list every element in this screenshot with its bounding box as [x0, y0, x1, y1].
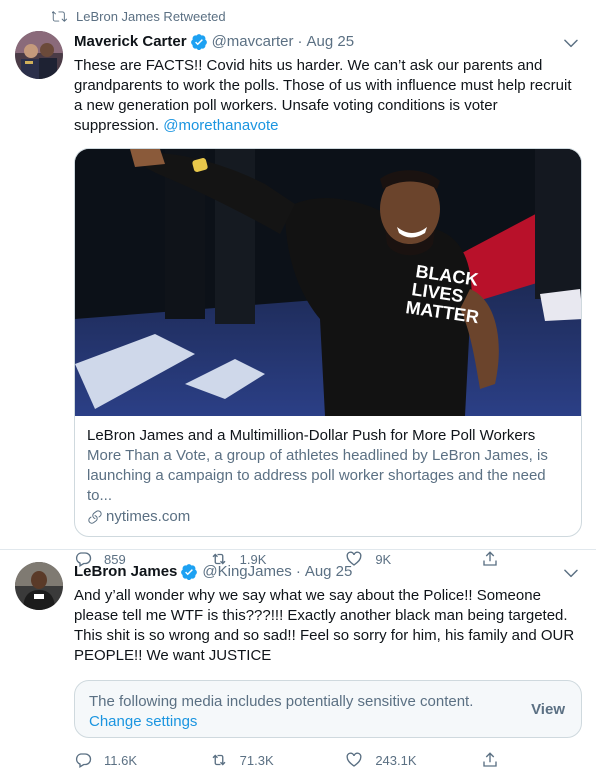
reply-button[interactable]: 11.6K	[74, 751, 174, 769]
separator-dot: ·	[295, 563, 301, 580]
user-handle[interactable]: @mavcarter	[212, 32, 294, 52]
link-icon	[88, 510, 102, 524]
tweet-date[interactable]: Aug 25	[305, 562, 353, 582]
avatar[interactable]	[15, 562, 63, 610]
retweet-button[interactable]: 71.3K	[210, 751, 310, 769]
like-icon	[346, 752, 362, 767]
like-button[interactable]: 243.1K	[345, 751, 445, 769]
user-handle[interactable]: @KingJames	[202, 562, 291, 582]
player-photo: BLACK LIVES MATTER	[75, 149, 581, 416]
chevron-down-icon[interactable]	[562, 564, 580, 582]
display-name[interactable]: LeBron James	[74, 562, 177, 582]
retweet-count: 71.3K	[239, 752, 274, 768]
chevron-down-icon[interactable]	[562, 34, 580, 52]
retweet-context: LeBron James Retweeted	[52, 9, 226, 24]
tweet-header: Maverick Carter @mavcarter · Aug 25	[74, 32, 580, 52]
mention-link[interactable]: @morethanavote	[163, 117, 278, 134]
card-title[interactable]: LeBron James and a Multimillion-Dollar P…	[87, 426, 569, 446]
reply-icon	[75, 753, 92, 768]
tweet-maverick-carter[interactable]: LeBron James Retweeted Maverick Carter @…	[0, 0, 596, 567]
card-image: BLACK LIVES MATTER	[75, 149, 581, 416]
retweet-icon	[52, 11, 67, 22]
share-icon	[483, 752, 497, 767]
card-meta: LeBron James and a Multimillion-Dollar P…	[75, 416, 581, 536]
avatar[interactable]	[15, 31, 63, 79]
display-name[interactable]: Maverick Carter	[74, 32, 187, 52]
sensitive-media-notice: The following media includes potentially…	[74, 680, 582, 738]
separator-dot: ·	[297, 33, 303, 50]
tweet-header: LeBron James @KingJames · Aug 25	[74, 562, 580, 582]
retweet-label[interactable]: LeBron James Retweeted	[76, 9, 226, 24]
link-card[interactable]: BLACK LIVES MATTER LeBron James and a Mu…	[74, 148, 582, 537]
verified-badge-icon	[190, 34, 207, 51]
tweet-date[interactable]: Aug 25	[307, 32, 355, 52]
card-domain-text: nytimes.com	[106, 508, 191, 525]
card-domain[interactable]: nytimes.com	[87, 507, 569, 527]
card-description: More Than a Vote, a group of athletes he…	[87, 447, 548, 504]
tweet-text: And y’all wonder why we say what we say …	[74, 587, 575, 664]
change-settings-link[interactable]: Change settings	[89, 712, 567, 732]
reply-count: 11.6K	[104, 752, 138, 768]
tweet-lebron-james[interactable]: LeBron James @KingJames · Aug 25 And y’a…	[0, 550, 596, 775]
tweet-actions: 11.6K 71.3K 243.1K	[74, 750, 499, 770]
share-button[interactable]	[481, 751, 499, 769]
tweet-text: These are FACTS!! Covid hits us harder. …	[74, 56, 580, 136]
like-count: 243.1K	[375, 752, 417, 768]
retweet-icon	[212, 754, 226, 766]
sensitive-message: The following media includes potentially…	[89, 693, 474, 710]
verified-badge-icon	[181, 564, 198, 581]
view-button[interactable]: View	[531, 700, 565, 720]
tweet-body: These are FACTS!! Covid hits us harder. …	[74, 57, 572, 134]
